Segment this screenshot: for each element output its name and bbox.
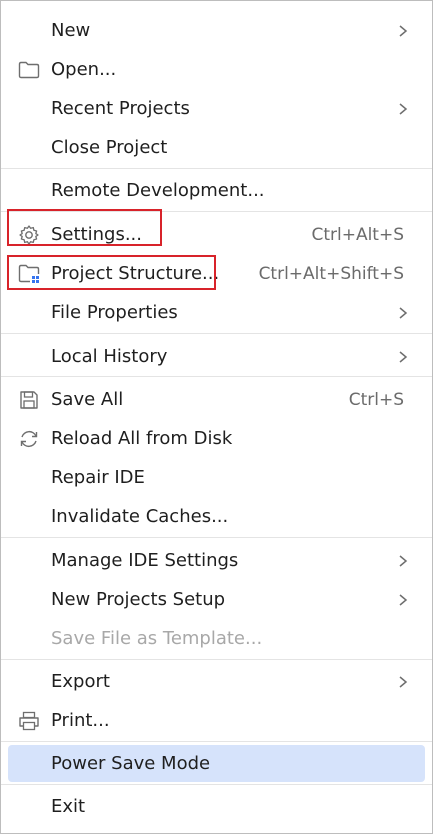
menu-item-local-history[interactable]: Local History <box>1 337 432 376</box>
menu-separator <box>1 784 432 785</box>
chevron-right-icon <box>399 593 408 606</box>
folder-icon <box>17 58 41 82</box>
menu-item-save-all[interactable]: Save All Ctrl+S <box>1 380 432 419</box>
menu-item-file-properties[interactable]: File Properties <box>1 293 432 332</box>
menu-item-print[interactable]: Print... <box>1 701 432 740</box>
menu-item-open[interactable]: Open... <box>1 50 432 89</box>
menu-item-label: Recent Projects <box>51 98 190 119</box>
shortcut-text: Ctrl+Alt+Shift+S <box>258 263 404 284</box>
menu-item-label: Close Project <box>51 137 168 158</box>
save-icon <box>17 388 41 412</box>
menu-item-label: Repair IDE <box>51 467 145 488</box>
menu-separator <box>1 537 432 538</box>
menu-item-label: Export <box>51 671 110 692</box>
menu-item-label: New <box>51 20 91 41</box>
menu-item-new[interactable]: New <box>1 11 432 50</box>
menu-item-label: Power Save Mode <box>51 753 211 774</box>
highlight-box-settings <box>7 209 162 246</box>
chevron-right-icon <box>399 24 408 37</box>
menu-item-label: File Properties <box>51 302 178 323</box>
highlight-box-project-structure <box>7 255 216 290</box>
menu-item-save-as-template: Save File as Template... <box>1 619 432 658</box>
menu-separator <box>1 168 432 169</box>
chevron-right-icon <box>399 675 408 688</box>
shortcut-text: Ctrl+Alt+S <box>311 224 404 245</box>
menu-item-label: Manage IDE Settings <box>51 550 239 571</box>
chevron-right-icon <box>399 102 408 115</box>
menu-item-invalidate-caches[interactable]: Invalidate Caches... <box>1 497 432 536</box>
menu-separator <box>1 333 432 334</box>
menu-separator <box>1 376 432 377</box>
chevron-right-icon <box>399 554 408 567</box>
chevron-right-icon <box>399 350 408 363</box>
menu-item-repair-ide[interactable]: Repair IDE <box>1 458 432 497</box>
chevron-right-icon <box>399 306 408 319</box>
menu-item-label: New Projects Setup <box>51 589 226 610</box>
menu-item-exit[interactable]: Exit <box>1 787 432 826</box>
menu-item-label: Invalidate Caches... <box>51 506 229 527</box>
menu-item-manage-ide-settings[interactable]: Manage IDE Settings <box>1 541 432 580</box>
menu-item-label: Print... <box>51 710 110 731</box>
menu-item-label: Save File as Template... <box>51 628 263 649</box>
menu-separator <box>1 659 432 660</box>
file-menu: New Open... Recent Projects Close Projec… <box>0 0 433 834</box>
menu-item-label: Exit <box>51 796 86 817</box>
menu-item-close-project[interactable]: Close Project <box>1 128 432 167</box>
menu-item-export[interactable]: Export <box>1 662 432 701</box>
menu-item-label: Local History <box>51 346 168 367</box>
reload-icon <box>17 427 41 451</box>
menu-item-label: Reload All from Disk <box>51 428 233 449</box>
menu-item-recent-projects[interactable]: Recent Projects <box>1 89 432 128</box>
menu-item-power-save-mode[interactable]: Power Save Mode <box>1 744 432 783</box>
printer-icon <box>17 709 41 733</box>
menu-item-label: Remote Development... <box>51 180 265 201</box>
menu-item-label: Open... <box>51 59 117 80</box>
menu-item-label: Save All <box>51 389 124 410</box>
menu-item-remote-development[interactable]: Remote Development... <box>1 171 432 210</box>
shortcut-text: Ctrl+S <box>348 389 404 410</box>
menu-separator <box>1 741 432 742</box>
menu-item-new-projects-setup[interactable]: New Projects Setup <box>1 580 432 619</box>
menu-item-reload-all[interactable]: Reload All from Disk <box>1 419 432 458</box>
